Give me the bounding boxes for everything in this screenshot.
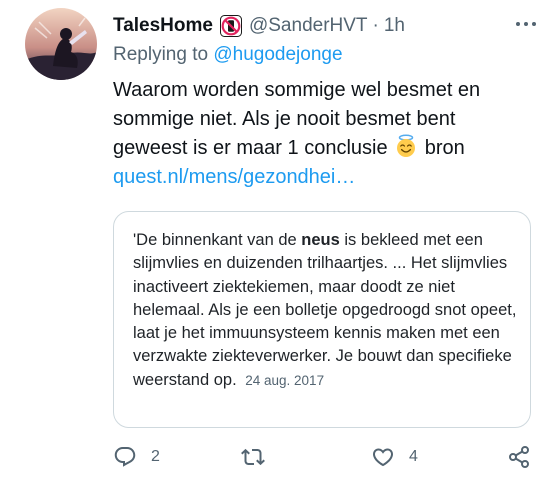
timestamp[interactable]: 1h (384, 15, 405, 37)
share-button[interactable] (507, 445, 531, 469)
reply-mention-link[interactable]: @hugodejonge (213, 44, 342, 65)
avatar-image (25, 8, 97, 80)
quote-text-rest: is bekleed met een slijmvlies en duizend… (133, 231, 517, 389)
tweet-link[interactable]: quest.nl/mens/gezondhei… (113, 166, 355, 188)
handle[interactable]: @SanderHVT (249, 15, 368, 37)
tweet-body-suffix: bron (424, 137, 465, 159)
action-bar: 2 4 (113, 445, 533, 481)
display-name[interactable]: TalesHome (113, 15, 213, 37)
like-button[interactable]: 4 (371, 445, 418, 469)
heart-icon (372, 448, 394, 467)
replying-to-label: Replying to (113, 44, 209, 65)
reply-count: 2 (151, 448, 160, 465)
more-options-icon[interactable] (516, 22, 536, 26)
quote-date: 24 aug. 2017 (245, 372, 325, 388)
tweet-text: Waarom worden sommige wel besmet en somm… (113, 76, 523, 192)
quote-text: 'De binnenkant van de neus is bekleed me… (133, 229, 518, 392)
no-phone-badge-icon (219, 15, 242, 37)
reply-icon (114, 447, 136, 467)
quote-text-start: 'De binnenkant van de (133, 231, 297, 249)
share-icon (509, 446, 529, 468)
replying-to: Replying to @hugodejonge (113, 44, 343, 66)
link-preview-card[interactable]: 'De binnenkant van de neus is bekleed me… (113, 211, 531, 428)
retweet-button[interactable] (241, 445, 279, 469)
quote-text-bold: neus (301, 231, 340, 249)
separator: · (372, 15, 379, 36)
retweet-icon (241, 448, 265, 466)
reply-button[interactable]: 2 (113, 445, 160, 469)
avatar[interactable] (25, 8, 97, 80)
like-count: 4 (409, 448, 418, 465)
tweet-header: TalesHome @SanderHVT · 1h (113, 14, 405, 38)
halo-emoji-icon (394, 134, 418, 158)
